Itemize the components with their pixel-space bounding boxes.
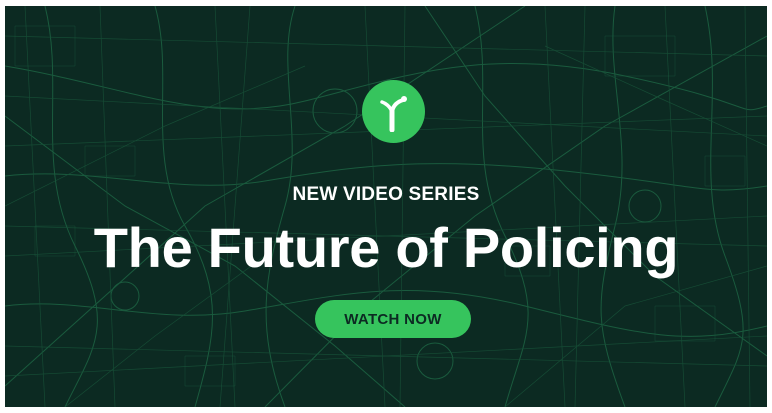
watch-now-button[interactable]: WATCH NOW (315, 300, 471, 338)
street-map-background (5, 6, 767, 407)
sprout-logo-icon (362, 80, 425, 143)
series-eyebrow: NEW VIDEO SERIES (292, 184, 480, 205)
promo-banner[interactable]: NEW VIDEO SERIES The Future of Policing … (5, 6, 767, 407)
banner-headline: The Future of Policing (93, 216, 679, 279)
sprout-icon (379, 95, 407, 132)
